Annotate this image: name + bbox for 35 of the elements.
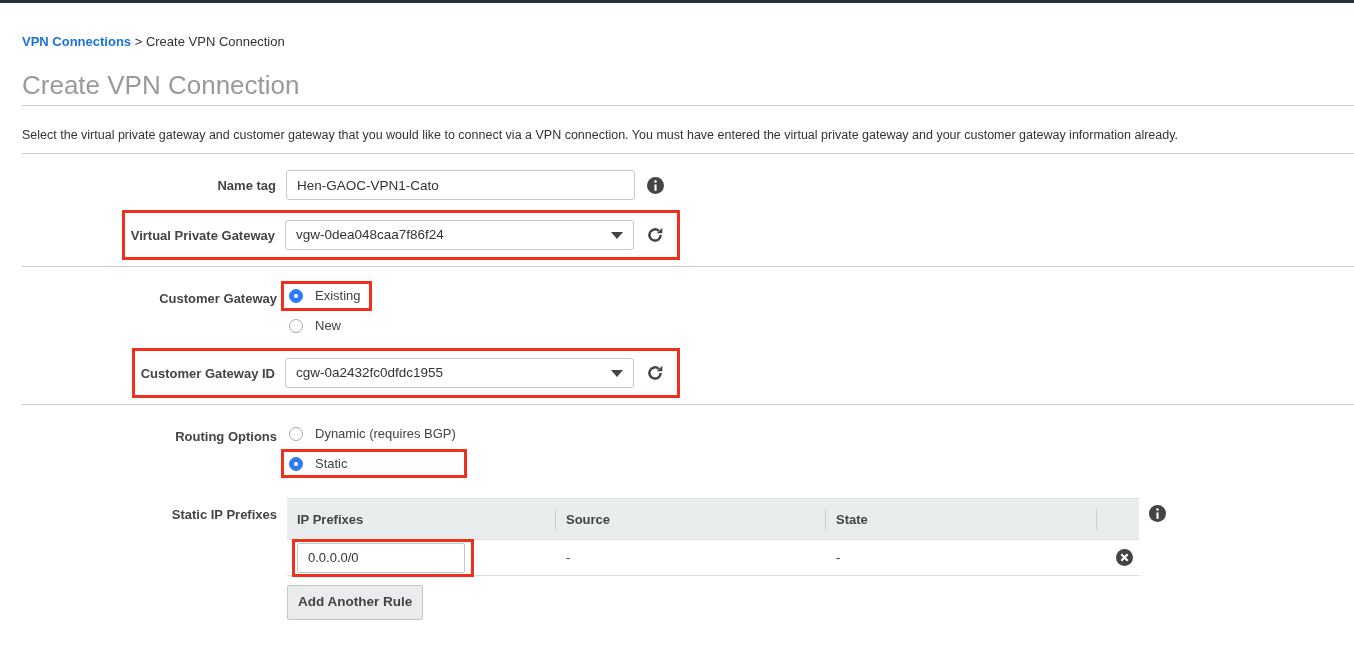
page-title: Create VPN Connection (22, 69, 1354, 106)
page-description: Select the virtual private gateway and customer gateway that you would like to connect via a VPN connection. You must have entered the virtual private gateway and your customer gateway information already. (22, 125, 1354, 155)
table-cell: - (566, 550, 571, 566)
radio-label: Static (315, 454, 348, 473)
field-label: Routing Options (175, 429, 277, 445)
add-rule-button[interactable]: Add Another Rule (287, 585, 424, 620)
radio-label: Existing (315, 287, 361, 306)
radio-button[interactable] (289, 318, 303, 333)
column-header: State (836, 511, 868, 527)
dropdown-field[interactable]: vgw-0dea048caa7f86f24 (285, 220, 634, 251)
info-icon[interactable] (647, 176, 664, 194)
radio-label: New (315, 316, 341, 335)
radio-label: Dynamic (requires BGP) (315, 425, 456, 444)
table-cell: - (836, 550, 841, 566)
caret-icon (611, 369, 623, 377)
field-label: Customer Gateway (159, 291, 277, 307)
name-tag-field[interactable]: Hen-GAOC-VPN1-Cato (286, 170, 635, 201)
remove-icon[interactable] (1115, 549, 1133, 567)
caret-icon (611, 231, 623, 239)
ip-prefix-field[interactable]: 0.0.0.0/0 (297, 542, 465, 573)
breadcrumb-link[interactable]: VPN Connections (22, 34, 132, 49)
field-label: Name tag (217, 176, 276, 195)
field-label: Customer Gateway ID (140, 364, 275, 383)
dropdown-field[interactable]: cgw-0a2432fc0dfdc1955 (285, 358, 634, 389)
radio-button[interactable] (289, 456, 303, 471)
info-icon[interactable] (1149, 505, 1166, 523)
radio-button[interactable] (289, 289, 303, 304)
column-header: IP Prefixes (297, 511, 364, 527)
field-label: Static IP Prefixes (171, 507, 277, 523)
column-header: Source (566, 511, 611, 527)
refresh-icon[interactable] (646, 226, 664, 245)
field-label: Virtual Private Gateway (130, 226, 275, 245)
refresh-icon[interactable] (646, 364, 664, 383)
radio-button[interactable] (289, 427, 303, 442)
breadcrumb-current: > Create VPN Connection (134, 34, 285, 49)
